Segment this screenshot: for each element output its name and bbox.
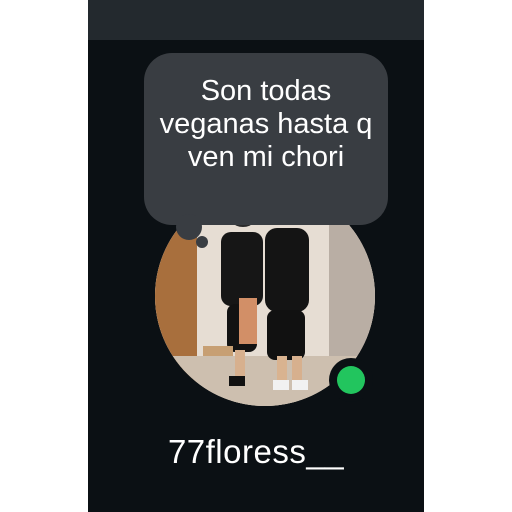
username[interactable]: 77floress__	[88, 432, 424, 472]
online-status-dot-icon	[337, 366, 365, 394]
profile-screen: Son todas veganas hasta q ven mi chori 7…	[88, 0, 424, 512]
online-status-indicator	[329, 358, 373, 402]
note-bubble-tail-small-icon	[196, 236, 208, 248]
note-text: Son todas veganas hasta q ven mi chori	[159, 75, 373, 173]
top-bar	[88, 0, 424, 40]
note-bubble[interactable]: Son todas veganas hasta q ven mi chori	[144, 53, 388, 225]
